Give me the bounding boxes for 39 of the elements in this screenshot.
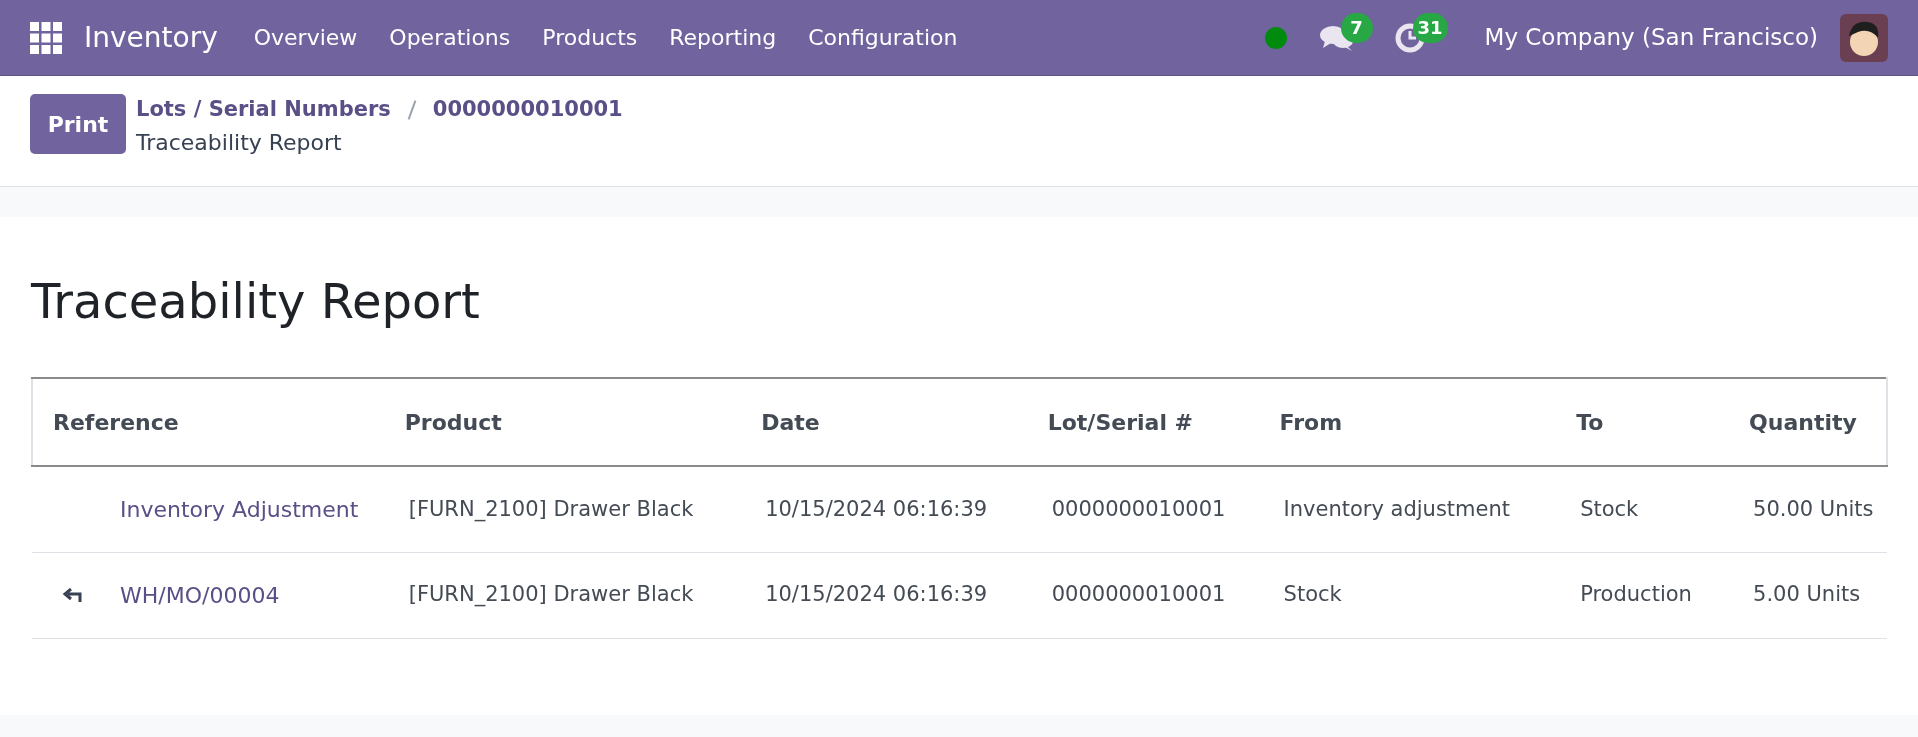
table-cell: Inventory adjustment — [1283, 496, 1510, 521]
table-cell: 5.00 Units — [1753, 582, 1861, 607]
report-title: Traceability Report — [31, 272, 481, 331]
breadcrumb-link[interactable]: Lots / Serial Numbers — [136, 94, 391, 126]
column-header: Date — [761, 409, 820, 435]
user-avatar-icon[interactable] — [1840, 13, 1888, 62]
table-cell: [FURN_2100] Drawer Black — [408, 496, 694, 521]
breadcrumb-link[interactable]: 0000000010001 — [432, 94, 623, 126]
table-cell: Stock — [1283, 582, 1342, 607]
menu-item[interactable]: Configuration — [794, 21, 972, 54]
online-status-icon — [1264, 26, 1287, 49]
column-header: Quantity — [1749, 409, 1857, 435]
menu-item[interactable]: Operations — [375, 21, 525, 54]
page-subtitle: Traceability Report — [136, 128, 343, 157]
table-cell: 0000000010001 — [1051, 582, 1226, 607]
column-header: Product — [404, 409, 502, 435]
reference-link[interactable]: WH/MO/00004 — [120, 578, 280, 612]
table-cell: Production — [1580, 582, 1692, 607]
column-header: Reference — [53, 409, 179, 435]
table-cell: [FURN_2100] Drawer Black — [408, 582, 694, 607]
app-name[interactable]: Inventory — [84, 16, 218, 59]
menu-item[interactable]: Products — [528, 21, 652, 54]
table-cell: 50.00 Units — [1753, 496, 1874, 521]
table-cell: Stock — [1580, 496, 1639, 521]
activity-count-badge: 31 — [1412, 12, 1448, 43]
print-button[interactable]: Print — [30, 94, 126, 154]
column-header: From — [1279, 409, 1343, 435]
column-header: Lot/Serial # — [1047, 409, 1194, 435]
apps-grid-icon[interactable] — [30, 21, 62, 54]
table-cell: 10/15/2024 06:16:39 — [765, 582, 988, 607]
return-arrow-icon[interactable] — [62, 588, 82, 602]
menu-item[interactable]: Reporting — [655, 21, 791, 54]
reference-link[interactable]: Inventory Adjustment — [120, 492, 359, 526]
table-cell: 10/15/2024 06:16:39 — [765, 496, 988, 521]
menu-item[interactable]: Overview — [239, 21, 372, 54]
table-cell: 0000000010001 — [1051, 496, 1226, 521]
company-switcher[interactable]: My Company (San Francisco) — [1484, 20, 1818, 55]
message-count-badge: 7 — [1340, 12, 1373, 43]
column-header: To — [1576, 409, 1604, 435]
